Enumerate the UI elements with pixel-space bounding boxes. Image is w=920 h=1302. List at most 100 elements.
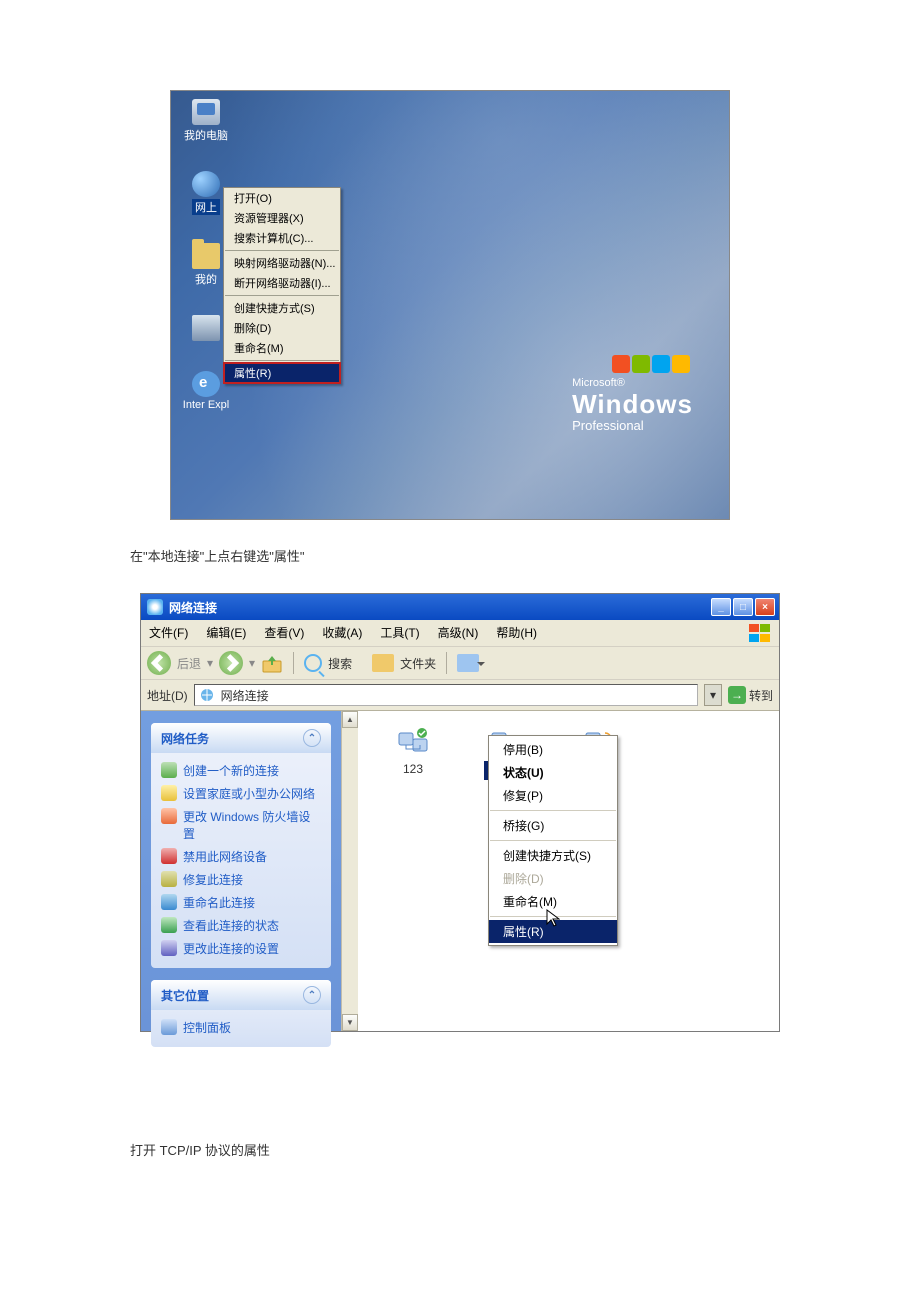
ctx-separator [490, 810, 616, 811]
ctx-rename[interactable]: 重命名(M) [224, 338, 340, 358]
ctx-bridge[interactable]: 桥接(G) [489, 814, 617, 837]
menu-file[interactable]: 文件(F) [149, 624, 188, 642]
recycle-icon [192, 315, 220, 341]
task-firewall[interactable]: 更改 Windows 防火墙设置 [161, 805, 321, 845]
logo-microsoft: Microsoft® [572, 377, 693, 389]
other-control-panel[interactable]: 控制面板 [161, 1016, 321, 1039]
scroll-up-button[interactable]: ▲ [342, 711, 358, 728]
up-button[interactable] [261, 653, 283, 673]
forward-button[interactable] [219, 651, 243, 675]
views-button[interactable] [457, 654, 479, 672]
arrow-left-icon [147, 651, 171, 675]
ie-icon [192, 371, 220, 397]
maximize-button[interactable]: □ [733, 598, 753, 616]
scroll-down-button[interactable]: ▼ [342, 1014, 358, 1031]
menu-tools[interactable]: 工具(T) [380, 624, 419, 642]
task-home-network[interactable]: 设置家庭或小型办公网络 [161, 782, 321, 805]
network-tasks-panel: 网络任务 ⌃ 创建一个新的连接 设置家庭或小型办公网络 更改 Windows 防… [151, 723, 331, 968]
ctx-separator [225, 295, 339, 296]
minimize-button[interactable]: _ [711, 598, 731, 616]
task-icon [161, 917, 177, 933]
panel-header[interactable]: 其它位置 ⌃ [151, 980, 331, 1010]
menu-advanced[interactable]: 高级(N) [438, 624, 479, 642]
icon-label: 我的电脑 [184, 127, 228, 143]
ctx-properties[interactable]: 属性(R) [224, 363, 340, 383]
ctx-shortcut[interactable]: 创建快捷方式(S) [489, 844, 617, 867]
connection-item[interactable]: 123 [372, 727, 454, 777]
icon-label: 我的 [195, 271, 217, 287]
address-input[interactable]: 网络连接 [194, 684, 698, 706]
folder-icon [192, 243, 220, 269]
caption-text-1: 在"本地连接"上点右键选"属性" [130, 546, 790, 565]
logo-windows: Windows [572, 389, 693, 420]
menu-favorites[interactable]: 收藏(A) [322, 624, 362, 642]
arrow-right-icon [219, 651, 243, 675]
menu-help[interactable]: 帮助(H) [496, 624, 537, 642]
task-icon [161, 785, 177, 801]
ctx-disconnect-drive[interactable]: 断开网络驱动器(I)... [224, 273, 340, 293]
address-value: 网络连接 [221, 687, 269, 704]
toolbar: 后退 ▾ ▾ 搜索 文件夹 [141, 647, 779, 680]
scrollbar-vertical[interactable]: ▲ ▼ [341, 711, 358, 1031]
go-icon: → [728, 686, 746, 704]
address-dropdown[interactable]: ▾ [704, 684, 722, 706]
ctx-open[interactable]: 打开(O) [224, 188, 340, 208]
network-icon [147, 599, 163, 615]
screenshot-xp-desktop: 我的电脑 网上 我的 Inter Expl 打开(O) 资源管理器(X) 搜索计… [170, 90, 730, 520]
windows-logo: Microsoft® Windows Professional [572, 355, 693, 433]
back-button[interactable] [147, 651, 171, 675]
ctx-search-computer[interactable]: 搜索计算机(C)... [224, 228, 340, 248]
task-icon [161, 848, 177, 864]
folders-label[interactable]: 文件夹 [400, 655, 436, 672]
task-settings[interactable]: 更改此连接的设置 [161, 937, 321, 960]
windows-flag-icon [749, 624, 771, 642]
ctx-map-drive[interactable]: 映射网络驱动器(N)... [224, 253, 340, 273]
ctx-shortcut[interactable]: 创建快捷方式(S) [224, 298, 340, 318]
address-label: 地址(D) [147, 687, 188, 704]
desktop-icon-my-computer[interactable]: 我的电脑 [181, 99, 231, 143]
chevron-up-icon: ⌃ [303, 729, 321, 747]
icon-label: 网上 [192, 199, 220, 215]
task-icon [161, 940, 177, 956]
network-icon [199, 688, 215, 702]
task-create-connection[interactable]: 创建一个新的连接 [161, 759, 321, 782]
ctx-separator [225, 250, 339, 251]
ctx-disable[interactable]: 停用(B) [489, 738, 617, 761]
task-rename[interactable]: 重命名此连接 [161, 891, 321, 914]
window-title: 网络连接 [169, 599, 217, 616]
folders-icon [372, 654, 394, 672]
task-repair[interactable]: 修复此连接 [161, 868, 321, 891]
icon-label: Inter Expl [183, 399, 229, 411]
title-bar: 网络连接 _ □ × [141, 594, 779, 620]
chevron-up-icon: ⌃ [303, 986, 321, 1004]
connection-icon [396, 727, 430, 757]
search-label[interactable]: 搜索 [328, 655, 352, 672]
globe-icon [192, 171, 220, 197]
ctx-repair[interactable]: 修复(P) [489, 784, 617, 807]
connections-area: 123 本地连 停用(B) 状态(U) 修复(P) 桥接(G) 创 [358, 711, 779, 1031]
task-icon [161, 894, 177, 910]
ctx-separator [225, 360, 339, 361]
caption-text-2: 打开 TCP/IP 协议的属性 [130, 1140, 790, 1159]
panel-title: 网络任务 [161, 730, 209, 747]
connection-label: 123 [399, 761, 427, 777]
ctx-delete[interactable]: 删除(D) [489, 867, 617, 890]
other-places-panel: 其它位置 ⌃ 控制面板 [151, 980, 331, 1047]
task-icon [161, 871, 177, 887]
windows-flag-icon [612, 355, 693, 373]
close-button[interactable]: × [755, 598, 775, 616]
back-label: 后退 [177, 655, 201, 672]
panel-header[interactable]: 网络任务 ⌃ [151, 723, 331, 753]
menu-edit[interactable]: 编辑(E) [206, 624, 246, 642]
ctx-explorer[interactable]: 资源管理器(X) [224, 208, 340, 228]
ctx-delete[interactable]: 删除(D) [224, 318, 340, 338]
search-icon [304, 654, 322, 672]
side-panel: 网络任务 ⌃ 创建一个新的连接 设置家庭或小型办公网络 更改 Windows 防… [141, 711, 341, 1031]
control-panel-icon [161, 1019, 177, 1035]
go-button[interactable]: → 转到 [728, 686, 773, 704]
task-status[interactable]: 查看此连接的状态 [161, 914, 321, 937]
menu-view[interactable]: 查看(V) [264, 624, 304, 642]
task-disable-device[interactable]: 禁用此网络设备 [161, 845, 321, 868]
task-icon [161, 808, 177, 824]
ctx-status[interactable]: 状态(U) [489, 761, 617, 784]
